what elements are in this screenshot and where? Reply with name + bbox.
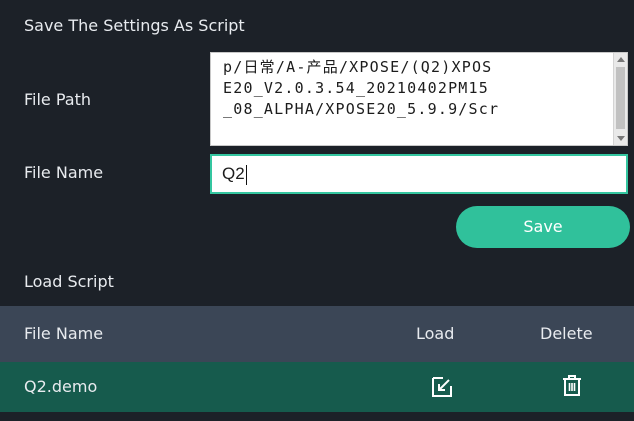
scripts-table-header: File Name Load Delete (0, 306, 634, 362)
column-header-load: Load (416, 324, 455, 343)
file-path-text: p/日常/A-产品/XPOSE/(Q2)XPOS E20_V2.0.3.54_20… (223, 57, 611, 120)
trash-icon[interactable] (561, 374, 583, 398)
scroll-down-arrow-icon[interactable] (617, 136, 625, 141)
file-name-value: Q2 (222, 164, 245, 183)
file-name-input[interactable]: Q2 (210, 154, 628, 194)
text-caret (245, 164, 247, 185)
script-settings-panel: Save The Settings As Script File Path p/… (0, 0, 634, 421)
file-path-line: p/日常/A-产品/XPOSE/(Q2)XPOS (223, 58, 493, 76)
scroll-thumb[interactable] (616, 67, 625, 129)
save-section-title: Save The Settings As Script (24, 16, 245, 35)
column-header-delete: Delete (540, 324, 593, 343)
file-path-field[interactable]: p/日常/A-产品/XPOSE/(Q2)XPOS E20_V2.0.3.54_20… (210, 52, 628, 146)
scroll-up-arrow-icon[interactable] (617, 57, 625, 62)
save-button[interactable]: Save (456, 206, 630, 248)
file-path-label: File Path (24, 90, 92, 109)
column-header-file-name: File Name (24, 324, 104, 343)
load-section-title: Load Script (24, 272, 114, 291)
row-file-name: Q2.demo (24, 377, 98, 396)
table-row[interactable]: Q2.demo (0, 362, 634, 412)
file-path-line: E20_V2.0.3.54_20210402PM15 (223, 79, 489, 97)
file-name-label: File Name (24, 163, 104, 182)
file-path-scrollbar[interactable] (613, 53, 627, 145)
file-path-line: _08_ALPHA/XPOSE20_5.9.9/Scr (223, 100, 500, 118)
load-icon[interactable] (430, 375, 454, 399)
